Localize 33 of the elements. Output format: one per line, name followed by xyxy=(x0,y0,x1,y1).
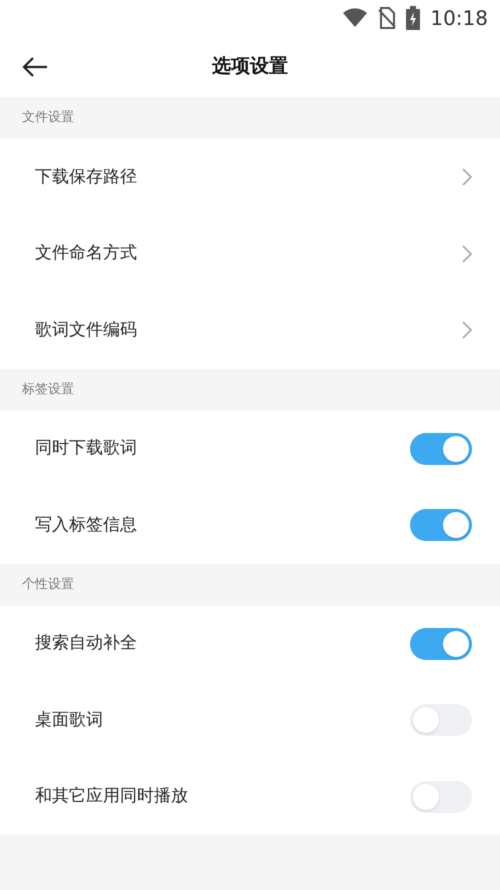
row-label: 搜索自动补全 xyxy=(35,632,137,655)
row-label: 文件命名方式 xyxy=(35,242,137,265)
settings-row[interactable]: 下载保存路径 xyxy=(0,139,500,216)
settings-row[interactable]: 文件命名方式 xyxy=(0,216,500,292)
row-label: 桌面歌词 xyxy=(35,708,103,732)
section-header: 文件设置 xyxy=(22,109,74,128)
battery-charging-icon xyxy=(406,6,420,30)
wifi-icon xyxy=(342,8,368,28)
settings-row[interactable]: 歌词文件编码 xyxy=(0,292,500,368)
chevron-right-icon xyxy=(462,321,472,340)
chevron-right-icon xyxy=(462,168,472,186)
no-sim-icon xyxy=(378,7,396,29)
row-label: 写入标签信息 xyxy=(35,514,137,536)
section-header: 个性设置 xyxy=(22,576,74,594)
settings-row[interactable]: 写入标签信息 xyxy=(0,487,500,564)
row-label: 歌词文件编码 xyxy=(35,318,137,342)
settings-row[interactable]: 和其它应用同时播放 xyxy=(0,758,500,835)
toggle-switch[interactable] xyxy=(410,432,472,465)
back-arrow-icon xyxy=(22,56,48,78)
settings-row[interactable]: 搜索自动补全 xyxy=(0,606,500,682)
row-label: 同时下载歌词 xyxy=(35,437,137,460)
toggle-switch[interactable] xyxy=(410,509,472,542)
section-header: 标签设置 xyxy=(22,380,74,399)
toggle-switch[interactable] xyxy=(410,628,472,660)
page-title: 选项设置 xyxy=(212,54,288,80)
status-time: 10:18 xyxy=(430,5,488,32)
toggle-switch[interactable] xyxy=(410,704,472,736)
settings-row[interactable]: 同时下载歌词 xyxy=(0,410,500,487)
row-label: 和其它应用同时播放 xyxy=(35,785,188,808)
settings-row[interactable]: 桌面歌词 xyxy=(0,682,500,758)
chevron-right-icon xyxy=(462,244,472,263)
row-label: 下载保存路径 xyxy=(35,166,137,188)
toggle-switch[interactable] xyxy=(410,780,472,813)
